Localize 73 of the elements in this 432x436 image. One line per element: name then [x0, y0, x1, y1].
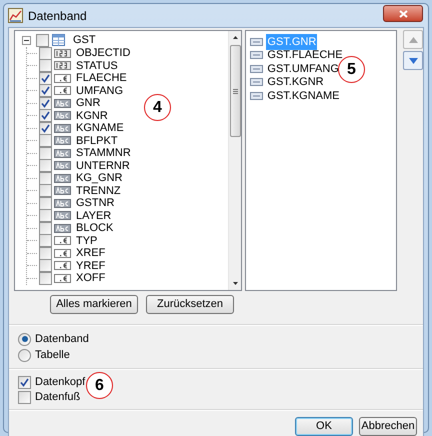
checkbox[interactable]: [39, 246, 52, 260]
list-item[interactable]: GST.KGNR: [266, 74, 325, 90]
checkbox[interactable]: [18, 376, 31, 388]
checkbox[interactable]: [39, 96, 52, 110]
select-all-button[interactable]: Alles markieren: [50, 295, 138, 314]
text-field-icon: [54, 174, 71, 183]
field-icon: [250, 38, 264, 46]
text-field-icon: [54, 136, 71, 146]
scrollbar[interactable]: [228, 31, 242, 290]
cancel-button[interactable]: Abbrechen: [359, 417, 417, 436]
checkbox[interactable]: [39, 146, 52, 160]
number-field-icon: [54, 61, 71, 70]
reset-button[interactable]: Zurücksetzen: [146, 295, 234, 314]
scroll-thumb[interactable]: [230, 45, 241, 137]
decimal-field-icon: [54, 86, 71, 96]
field-icon: [250, 78, 264, 86]
text-field-icon: [54, 124, 71, 133]
list-item[interactable]: GST.UMFANG: [266, 60, 340, 77]
checkbox-label[interactable]: Datenkopf: [35, 374, 86, 390]
checkbox[interactable]: [39, 122, 52, 135]
text-field-icon: [54, 211, 71, 220]
checkbox[interactable]: [39, 272, 52, 285]
checkbox[interactable]: [39, 184, 52, 198]
move-down-button[interactable]: [403, 51, 423, 70]
checkmark-icon: [20, 378, 29, 386]
decimal-field-icon: [54, 74, 71, 83]
text-field-icon: [54, 224, 71, 233]
radio-label[interactable]: Tabelle: [35, 346, 70, 364]
text-field-icon: [54, 98, 71, 108]
checkbox[interactable]: [39, 134, 52, 148]
decimal-field-icon: [54, 236, 71, 246]
checkbox[interactable]: [39, 209, 52, 222]
chart-icon: [8, 8, 23, 23]
radio-label[interactable]: Datenband: [35, 330, 89, 348]
checkbox[interactable]: [39, 59, 52, 72]
checkbox[interactable]: [39, 84, 52, 98]
radio-button[interactable]: [18, 348, 31, 362]
decimal-field-icon: [54, 248, 71, 258]
checkbox[interactable]: [39, 259, 52, 272]
text-field-icon: [54, 161, 71, 170]
checkbox[interactable]: [39, 109, 52, 122]
window-title: Datenband: [28, 8, 88, 24]
up-arrow-icon: [408, 36, 418, 42]
checkbox[interactable]: [39, 196, 52, 210]
field-icon: [250, 64, 264, 73]
checkbox[interactable]: [39, 172, 52, 185]
ok-button[interactable]: OK: [295, 417, 353, 436]
field-icon: [250, 51, 264, 60]
text-field-icon: [54, 186, 71, 196]
close-button[interactable]: [383, 5, 423, 22]
number-field-icon: [54, 48, 71, 58]
move-up-button[interactable]: [403, 30, 423, 49]
down-arrow-icon: [408, 58, 418, 64]
text-field-icon: [54, 111, 71, 120]
field-icon: [250, 92, 264, 100]
checkbox[interactable]: [18, 390, 31, 404]
checkbox[interactable]: [39, 159, 52, 172]
callout-number: 6: [86, 372, 113, 399]
close-icon: [398, 10, 408, 18]
table-icon: [52, 34, 65, 46]
checkbox[interactable]: [39, 234, 52, 248]
text-field-icon: [54, 198, 71, 208]
text-field-icon: [54, 148, 71, 158]
checkbox[interactable]: [39, 72, 52, 85]
collapse-icon[interactable]: [22, 36, 31, 44]
radio-button[interactable]: [18, 332, 31, 346]
list-item[interactable]: GST.KGNAME: [266, 88, 341, 104]
checkbox-label[interactable]: Datenfuß: [35, 388, 80, 406]
checkbox[interactable]: [39, 222, 52, 235]
decimal-field-icon: [54, 261, 71, 270]
checkbox[interactable]: [39, 46, 52, 60]
checkbox[interactable]: [36, 34, 49, 46]
decimal-field-icon: [54, 274, 71, 283]
